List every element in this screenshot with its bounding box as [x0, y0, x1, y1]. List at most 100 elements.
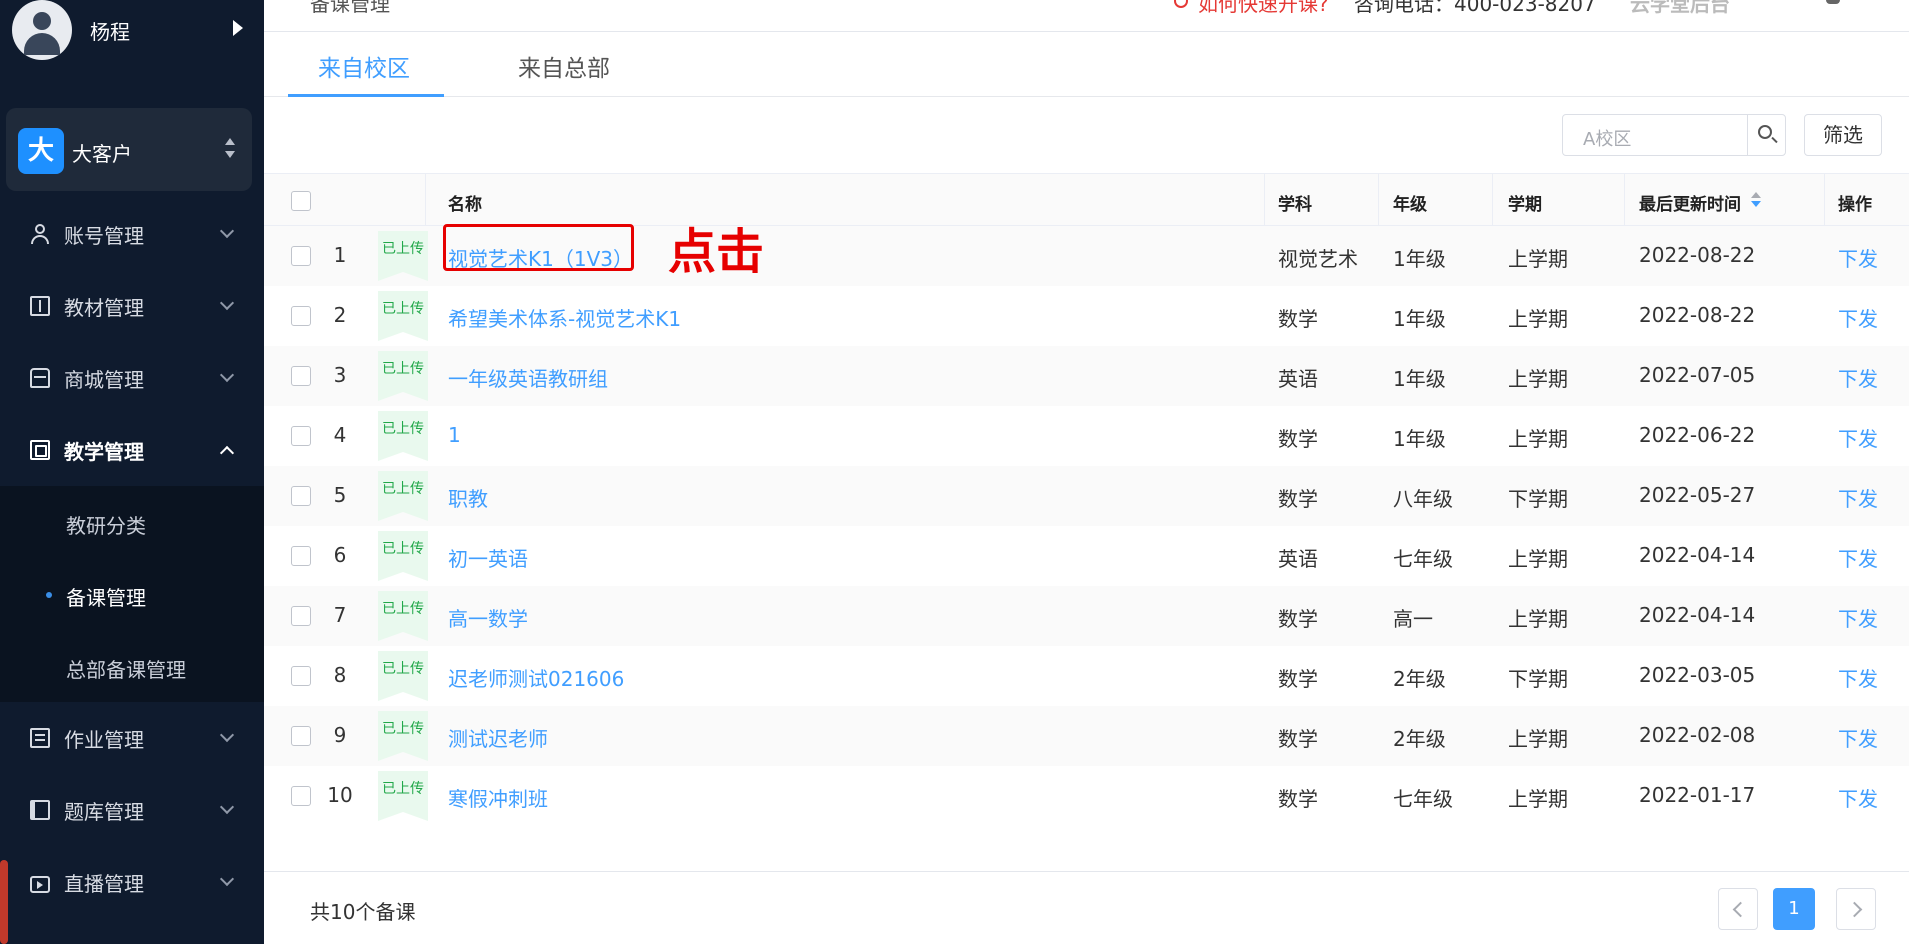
edge-indicator — [0, 860, 8, 944]
sidebar-item-homework[interactable]: 作业管理 — [0, 702, 264, 774]
row-checkbox[interactable] — [291, 666, 311, 686]
prev-page-button[interactable] — [1718, 888, 1758, 930]
uploaded-badge: 已上传 — [378, 411, 428, 461]
page-1-button[interactable]: 1 — [1773, 888, 1815, 930]
row-checkbox[interactable] — [291, 486, 311, 506]
table-row[interactable]: 6 已上传 初一英语 英语 七年级 上学期 2022-04-14 下发 — [264, 526, 1909, 586]
row-checkbox[interactable] — [291, 726, 311, 746]
table-row[interactable]: 9 已上传 测试迟老师 数学 2年级 上学期 2022-02-08 下发 — [264, 706, 1909, 766]
help-link[interactable]: 如何快速开课? — [1198, 0, 1329, 17]
lesson-name-link[interactable]: 初一英语 — [448, 543, 528, 572]
tab-from-campus[interactable]: 来自校区 — [318, 49, 410, 83]
sidebar-item-label: 教材管理 — [64, 296, 144, 320]
total-count: 共10个备课 — [310, 900, 416, 924]
submenu-item-label: 总部备课管理 — [66, 658, 186, 682]
distribute-link[interactable]: 下发 — [1838, 483, 1878, 512]
sidebar-item-shop[interactable]: 商城管理 — [0, 342, 264, 414]
lesson-name-link[interactable]: 一年级英语教研组 — [448, 363, 608, 392]
uploaded-badge: 已上传 — [378, 771, 428, 821]
sidebar-item-textbooks[interactable]: 教材管理 — [0, 270, 264, 342]
sidebar-item-accounts[interactable]: 账号管理 — [0, 198, 264, 270]
row-checkbox[interactable] — [291, 786, 311, 806]
table-row[interactable]: 5 已上传 职教 数学 八年级 下学期 2022-05-27 下发 — [264, 466, 1909, 526]
row-checkbox[interactable] — [291, 426, 311, 446]
distribute-link[interactable]: 下发 — [1838, 783, 1878, 812]
lesson-name-link[interactable]: 高一数学 — [448, 603, 528, 632]
user-profile[interactable]: 杨程 — [0, 0, 264, 70]
sort-caret-icon — [224, 138, 236, 160]
distribute-link[interactable]: 下发 — [1838, 663, 1878, 692]
lesson-name-link[interactable]: 职教 — [448, 483, 488, 512]
submenu-item-hq-lesson-prep[interactable]: 总部备课管理 — [0, 630, 264, 702]
select-all-checkbox[interactable] — [291, 191, 311, 211]
uploaded-badge: 已上传 — [378, 471, 428, 521]
header-updated[interactable]: 最后更新时间 — [1639, 190, 1741, 215]
uploaded-badge: 已上传 — [378, 291, 428, 341]
table-row[interactable]: 10 已上传 寒假冲刺班 数学 七年级 上学期 2022-01-17 下发 — [264, 766, 1909, 826]
next-page-button[interactable] — [1836, 888, 1876, 930]
table-footer: 共10个备课 1 — [264, 871, 1909, 944]
sidebar-item-label: 教学管理 — [64, 440, 144, 464]
updated-cell: 2022-04-14 — [1639, 543, 1756, 567]
tab-from-headquarters[interactable]: 来自总部 — [518, 49, 610, 83]
distribute-link[interactable]: 下发 — [1838, 303, 1878, 332]
updated-cell: 2022-08-22 — [1639, 303, 1756, 327]
chevron-down-icon — [219, 367, 235, 383]
distribute-link[interactable]: 下发 — [1838, 543, 1878, 572]
lesson-name-link[interactable]: 寒假冲刺班 — [448, 783, 548, 812]
row-checkbox[interactable] — [291, 366, 311, 386]
submenu-item-research-category[interactable]: 教研分类 — [0, 486, 264, 558]
uploaded-badge: 已上传 — [378, 531, 428, 581]
search-input[interactable]: A校区 — [1583, 125, 1631, 151]
header-grade: 年级 — [1393, 195, 1427, 215]
subject-cell: 数学 — [1278, 307, 1318, 331]
lesson-name-link[interactable]: 希望美术体系-视觉艺术K1 — [448, 303, 681, 332]
distribute-link[interactable]: 下发 — [1838, 723, 1878, 752]
updated-cell: 2022-04-14 — [1639, 603, 1756, 627]
sort-icon[interactable] — [1751, 192, 1761, 210]
table-row[interactable]: 8 已上传 迟老师测试021606 数学 2年级 下学期 2022-03-05 下发 — [264, 646, 1909, 706]
row-checkbox[interactable] — [291, 246, 311, 266]
uploaded-badge: 已上传 — [378, 651, 428, 701]
table-row[interactable]: 3 已上传 一年级英语教研组 英语 1年级 上学期 2022-07-05 下发 — [264, 346, 1909, 406]
badge-label: 已上传 — [382, 781, 424, 797]
submenu-item-lesson-prep[interactable]: 备课管理 — [0, 558, 264, 630]
row-checkbox[interactable] — [291, 546, 311, 566]
lesson-name-link[interactable]: 测试迟老师 — [448, 723, 548, 752]
distribute-link[interactable]: 下发 — [1838, 603, 1878, 632]
lesson-name-link[interactable]: 迟老师测试021606 — [448, 663, 624, 692]
lesson-name-link[interactable]: 1 — [448, 423, 461, 447]
sidebar-item-live[interactable]: 直播管理 — [0, 846, 264, 918]
uploaded-badge: 已上传 — [378, 591, 428, 641]
grade-cell: 八年级 — [1393, 487, 1453, 511]
live-icon — [30, 876, 50, 893]
search-icon[interactable] — [1747, 115, 1785, 155]
row-index: 3 — [333, 363, 347, 387]
bell-icon[interactable] — [1826, 0, 1840, 4]
row-checkbox[interactable] — [291, 306, 311, 326]
distribute-link[interactable]: 下发 — [1838, 243, 1878, 272]
sidebar-item-label: 商城管理 — [64, 368, 144, 392]
subject-cell: 数学 — [1278, 607, 1318, 631]
question-bank-icon — [30, 800, 50, 820]
caret-right-icon[interactable] — [233, 20, 243, 36]
term-cell: 上学期 — [1508, 367, 1568, 391]
header-name: 名称 — [448, 195, 482, 215]
badge-label: 已上传 — [382, 481, 424, 497]
sidebar-item-label: 账号管理 — [64, 224, 144, 248]
table-row[interactable]: 2 已上传 希望美术体系-视觉艺术K1 数学 1年级 上学期 2022-08-22 下发 — [264, 286, 1909, 346]
subject-cell: 英语 — [1278, 547, 1318, 571]
distribute-link[interactable]: 下发 — [1838, 363, 1878, 392]
submenu-item-label: 备课管理 — [66, 586, 146, 610]
org-switcher[interactable]: 大 大客户 — [6, 108, 252, 191]
sidebar-item-teaching[interactable]: 教学管理 — [0, 414, 264, 486]
avatar — [12, 0, 72, 60]
distribute-link[interactable]: 下发 — [1838, 423, 1878, 452]
term-cell: 上学期 — [1508, 427, 1568, 451]
filter-button[interactable]: 筛选 — [1804, 114, 1882, 156]
table-row[interactable]: 4 已上传 1 数学 1年级 上学期 2022-06-22 下发 — [264, 406, 1909, 466]
table-row[interactable]: 7 已上传 高一数学 数学 高一 上学期 2022-04-14 下发 — [264, 586, 1909, 646]
row-checkbox[interactable] — [291, 606, 311, 626]
sidebar-item-question-bank[interactable]: 题库管理 — [0, 774, 264, 846]
row-index: 1 — [333, 243, 347, 267]
